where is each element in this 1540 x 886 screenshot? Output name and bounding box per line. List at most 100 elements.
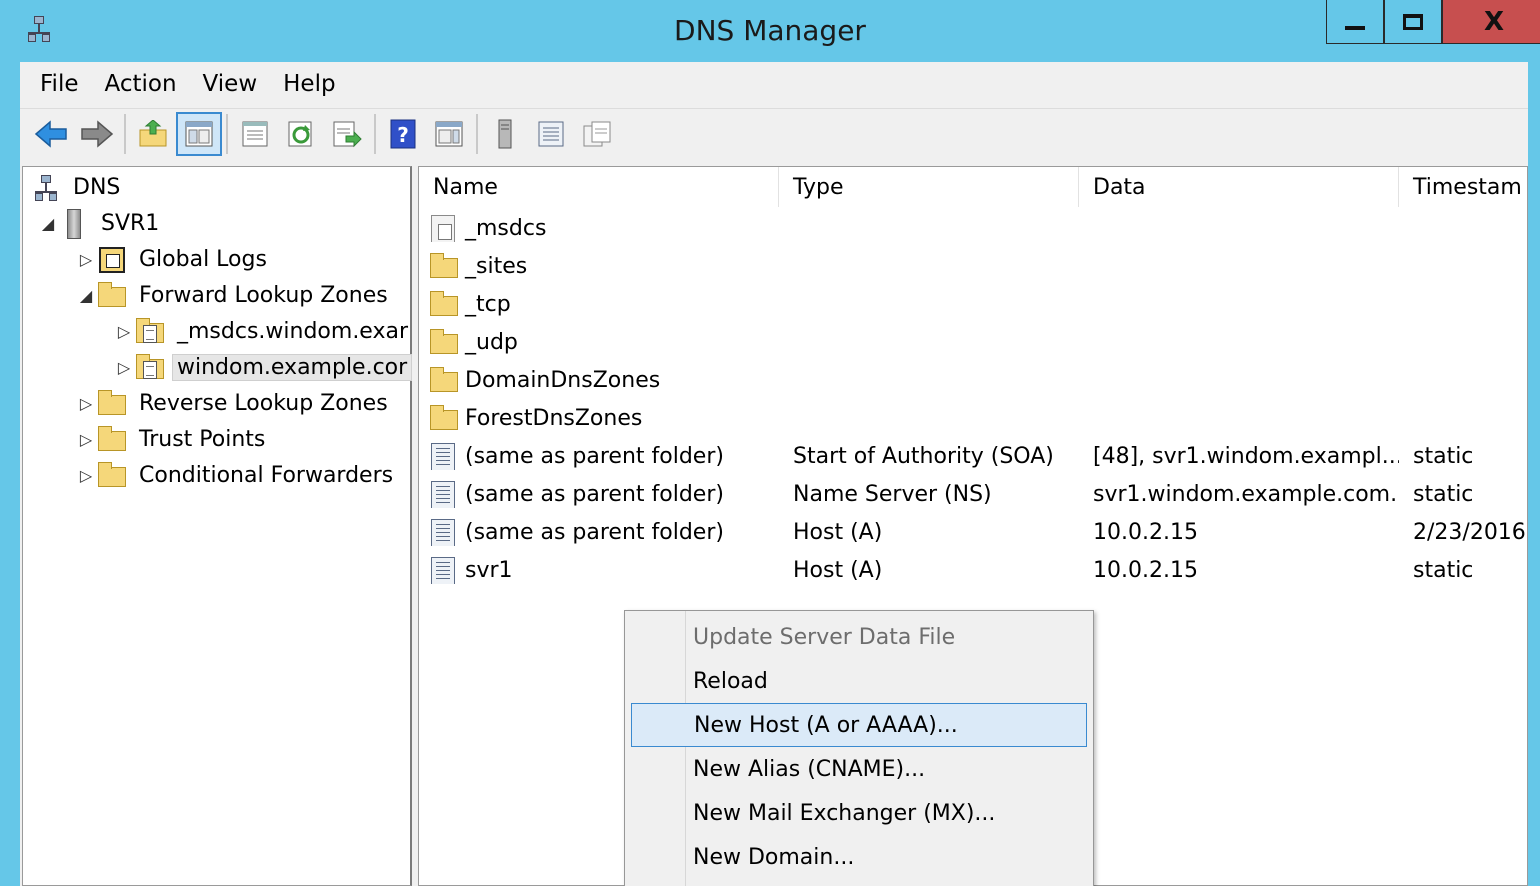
collapse-triangle-icon[interactable]: ◢ [37,214,59,233]
dns-manager-window: DNS Manager X File Action View Help ? DN… [0,0,1540,886]
list-view-icon [538,121,564,146]
menu-action[interactable]: Action [95,67,193,101]
tree-item-svr1[interactable]: ◢ SVR1 [37,205,163,241]
tree-item-zone-windom[interactable]: ▷ windom.example.cor [113,349,413,385]
show-hide-console-tree-button[interactable] [176,111,222,156]
tree-item-label: windom.example.cor [171,353,413,381]
row-name: _udp [465,329,518,355]
action-pane-icon [435,121,463,146]
tree-item-label: Reverse Lookup Zones [139,390,388,416]
back-button[interactable] [28,112,74,156]
forward-arrow-icon [81,119,114,148]
menu-item-update-server-data-file: Update Server Data File [693,624,956,650]
row-name: svr1 [465,557,513,583]
tree-item-label: Forward Lookup Zones [139,282,388,308]
title-bar[interactable]: DNS Manager X [0,0,1540,62]
expand-triangle-icon[interactable]: ▷ [75,394,97,413]
refresh-button[interactable] [278,112,324,156]
toolbar: ? [20,108,1528,158]
minimize-icon [1345,25,1365,30]
close-button[interactable]: X [1442,0,1540,44]
collapse-triangle-icon[interactable]: ◢ [75,286,97,305]
table-row[interactable]: (same as parent folder) Start of Authori… [419,437,1527,475]
table-row[interactable]: _udp [419,323,1527,361]
show-hide-action-pane-button[interactable] [426,112,472,156]
table-row[interactable]: (same as parent folder) Host (A) 10.0.2.… [419,513,1527,551]
row-name: (same as parent folder) [465,481,724,507]
details-view-button[interactable] [574,112,620,156]
context-menu: Update Server Data File Reload New Host … [624,610,1094,886]
client-area: File Action View Help ? DNS ◢ SVR1 ▷ Glo… [20,62,1528,886]
window-title: DNS Manager [674,14,866,47]
server-button[interactable] [482,112,528,156]
folder-icon [97,389,127,417]
row-type: Name Server (NS) [793,481,992,507]
tree-item-conditional-forwarders[interactable]: ▷ Conditional Forwarders [75,457,397,493]
export-list-button[interactable] [324,112,370,156]
maximize-icon [1403,13,1423,30]
menu-item-reload[interactable]: Reload [631,659,1087,703]
table-row[interactable]: _tcp [419,285,1527,323]
toolbar-separator [374,113,376,154]
table-row[interactable]: (same as parent folder) Name Server (NS)… [419,475,1527,513]
up-folder-icon [139,119,167,146]
forward-button[interactable] [74,112,120,156]
expand-triangle-icon[interactable]: ▷ [75,466,97,485]
menu-view[interactable]: View [193,67,274,101]
menu-file[interactable]: File [30,67,95,101]
maximize-button[interactable] [1384,0,1442,44]
table-row[interactable]: _msdcs [419,209,1527,247]
tree-item-label: SVR1 [101,210,160,236]
properties-icon [242,121,268,146]
properties-button[interactable] [232,112,278,156]
column-header-type[interactable]: Type [779,167,1079,207]
record-icon [429,442,459,470]
row-timestamp: static [1413,557,1474,583]
row-type: Host (A) [793,557,883,583]
tree-item-label: _msdcs.windom.exar [177,318,408,344]
column-header-data[interactable]: Data [1079,167,1399,207]
tree-item-global-logs[interactable]: ▷ Global Logs [75,241,271,277]
folder-icon [97,425,127,453]
menu-help[interactable]: Help [273,67,351,101]
folder-icon [429,328,459,356]
console-tree[interactable]: DNS ◢ SVR1 ▷ Global Logs ◢ Forward Looku… [22,166,413,886]
minimize-button[interactable] [1326,0,1384,44]
list-view-button[interactable] [528,112,574,156]
tree-item-zone-msdcs[interactable]: ▷ _msdcs.windom.exar [113,313,412,349]
row-data: svr1.windom.example.com. [1093,481,1398,507]
up-one-level-button[interactable] [130,112,176,156]
tree-item-trust-points[interactable]: ▷ Trust Points [75,421,269,457]
tree-item-forward-lookup-zones[interactable]: ◢ Forward Lookup Zones [75,277,392,313]
menu-item-new-alias[interactable]: New Alias (CNAME)... [631,747,1087,791]
row-name: _msdcs [465,215,547,241]
tree-item-dns[interactable]: DNS [31,169,124,205]
toolbar-separator [124,113,126,154]
server-icon [498,119,512,148]
expand-triangle-icon[interactable]: ▷ [113,358,135,377]
column-header-name[interactable]: Name [419,167,779,207]
expand-triangle-icon[interactable]: ▷ [75,430,97,449]
close-icon: X [1483,6,1505,37]
export-list-icon [333,121,362,147]
table-row[interactable]: svr1 Host (A) 10.0.2.15 static [419,551,1527,589]
column-header-timestamp[interactable]: Timestam [1399,167,1527,207]
tree-item-reverse-lookup-zones[interactable]: ▷ Reverse Lookup Zones [75,385,392,421]
table-row[interactable]: _sites [419,247,1527,285]
menu-item-new-host[interactable]: New Host (A or AAAA)... [631,703,1087,747]
refresh-icon [288,121,312,146]
row-name: _sites [465,253,528,279]
expand-triangle-icon[interactable]: ▷ [113,322,135,341]
folder-icon [429,404,459,432]
menu-item-new-mail-exchanger[interactable]: New Mail Exchanger (MX)... [631,791,1087,835]
table-row[interactable]: DomainDnsZones [419,361,1527,399]
help-button[interactable]: ? [380,112,426,156]
folder-icon [429,366,459,394]
show-hide-tree-icon [185,121,213,146]
details-view-icon [583,121,611,146]
menu-bar: File Action View Help [20,62,1528,106]
table-row[interactable]: ForestDnsZones [419,399,1527,437]
tree-item-label: Conditional Forwarders [139,462,394,488]
menu-item-new-domain[interactable]: New Domain... [631,835,1087,879]
expand-triangle-icon[interactable]: ▷ [75,250,97,269]
